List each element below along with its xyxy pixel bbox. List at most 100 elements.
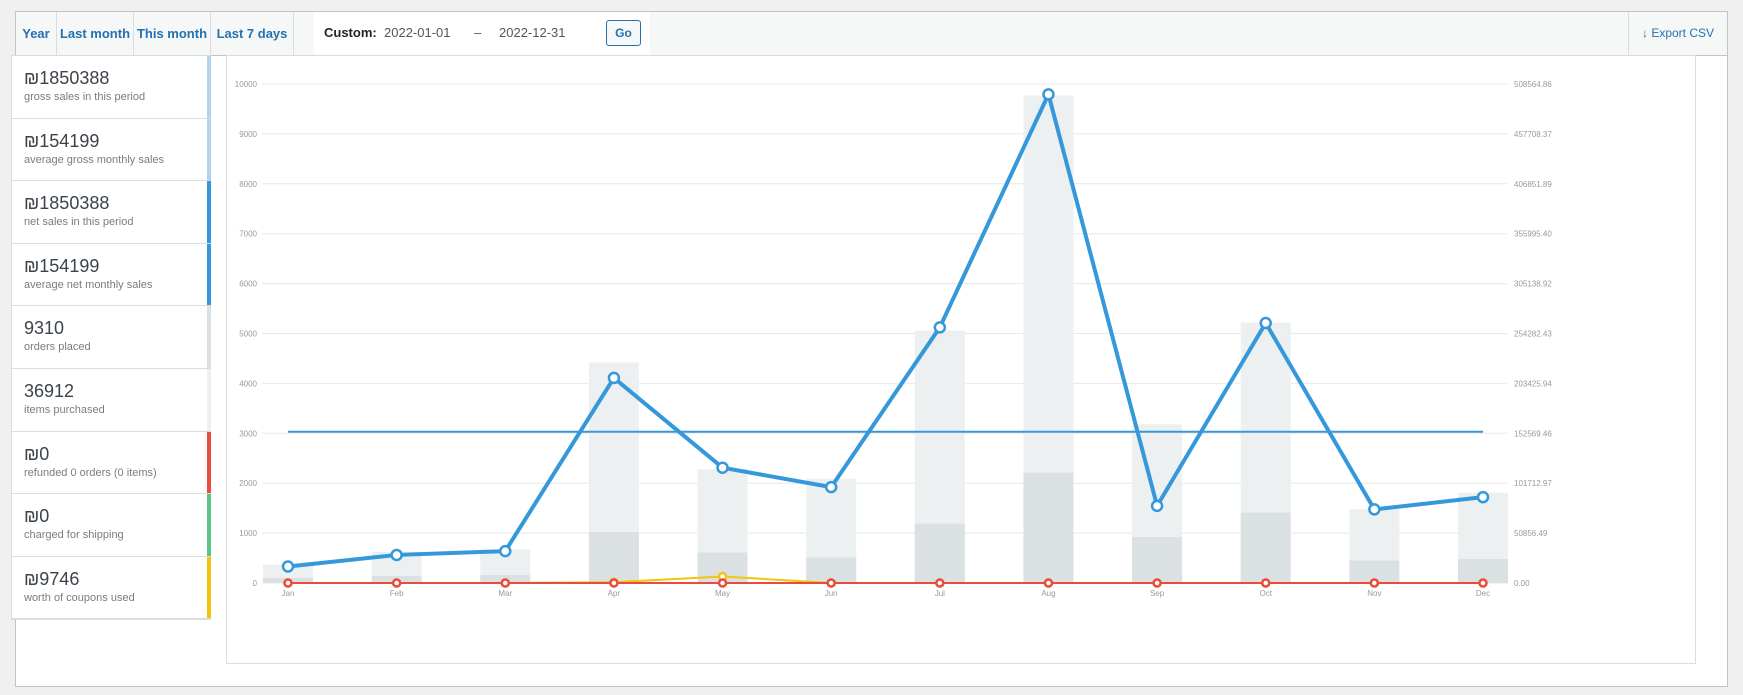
legend-value: ₪0 — [24, 506, 50, 527]
export-csv-button[interactable]: ↓ Export CSV — [1628, 12, 1727, 55]
y-right-tick-label: 355995.40 — [1514, 230, 1552, 239]
legend-color-bar — [207, 181, 211, 243]
legend-color-bar — [207, 494, 211, 556]
y-left-tick-label: 9000 — [239, 130, 257, 139]
x-tick-label: Jun — [825, 589, 838, 598]
data-point — [609, 578, 619, 588]
start-date-input[interactable]: 2022-01-01 — [384, 25, 451, 40]
data-point — [826, 578, 836, 588]
legend-text: net sales in this period — [24, 216, 134, 229]
y-left-tick-label: 8000 — [239, 180, 257, 189]
legend-text: items purchased — [24, 403, 105, 416]
y-right-tick-label: 203425.94 — [1514, 379, 1552, 388]
y-right-tick-label: 406851.89 — [1514, 180, 1552, 189]
export-csv-label: Export CSV — [1651, 26, 1715, 40]
legend-item-coupons[interactable]: ₪9746 worth of coupons used — [12, 556, 211, 620]
data-point — [607, 371, 621, 385]
x-tick-label: Apr — [608, 589, 621, 598]
go-button[interactable]: Go — [606, 20, 641, 46]
legend-item-shipping[interactable]: ₪0 charged for shipping — [12, 494, 211, 557]
y-left-tick-label: 1000 — [239, 529, 257, 538]
y-right-tick-label: 0.00 — [1514, 579, 1530, 588]
data-point — [283, 578, 293, 588]
y-right-tick-label: 508564.86 — [1514, 80, 1552, 89]
legend-text: charged for shipping — [24, 529, 124, 542]
data-point — [824, 480, 838, 494]
legend-value: 9310 — [24, 318, 65, 339]
bar — [914, 523, 965, 583]
tab-last-month[interactable]: Last month — [57, 12, 134, 55]
date-separator: – — [474, 25, 482, 40]
legend-color-bar — [207, 118, 211, 181]
legend-item-orders[interactable]: 9310 orders placed — [12, 306, 211, 369]
legend-item-average-net[interactable]: ₪154199 average net monthly sales — [12, 243, 211, 307]
y-left-tick-label: 2000 — [239, 479, 257, 488]
data-point — [717, 578, 728, 588]
legend-color-bar — [207, 431, 211, 494]
x-tick-label: Nov — [1367, 589, 1381, 598]
y-right-tick-label: 101712.97 — [1514, 479, 1552, 488]
chart-legend: ₪1850388 gross sales in this period ₪1541… — [11, 55, 211, 621]
x-tick-label: Jan — [282, 589, 295, 598]
data-point — [1150, 499, 1164, 513]
bar — [588, 532, 639, 583]
y-right-tick-label: 457708.37 — [1514, 130, 1552, 139]
x-tick-label: Jul — [935, 589, 945, 598]
data-point — [1043, 578, 1054, 588]
y-right-tick-label: 254282.43 — [1514, 330, 1552, 339]
y-left-tick-label: 4000 — [239, 379, 257, 388]
data-point — [499, 544, 512, 558]
data-point — [1152, 578, 1162, 588]
legend-text: worth of coupons used — [24, 591, 135, 604]
legend-item-refunded[interactable]: ₪0 refunded 0 orders (0 items) — [12, 431, 211, 495]
tab-this-month[interactable]: This month — [134, 12, 211, 55]
legend-color-bar — [207, 556, 211, 619]
tab-last-7-days[interactable]: Last 7 days — [211, 12, 294, 55]
data-point — [1369, 578, 1380, 588]
legend-value: 36912 — [24, 380, 75, 401]
x-tick-label: May — [715, 589, 730, 598]
x-tick-label: Aug — [1041, 589, 1055, 598]
bar — [1023, 472, 1074, 583]
legend-text: orders placed — [24, 341, 91, 354]
y-left-tick-label: 5000 — [239, 330, 257, 339]
legend-color-bar — [207, 243, 211, 306]
x-tick-label: Sep — [1150, 589, 1165, 598]
legend-value: ₪0 — [24, 443, 50, 464]
data-point — [1259, 316, 1272, 330]
end-date-input[interactable]: 2022-12-31 — [499, 25, 566, 40]
range-tabs: Year Last month This month Last 7 days C… — [16, 12, 1727, 56]
legend-value: ₪1850388 — [24, 193, 110, 214]
data-point — [1260, 578, 1271, 588]
y-left-tick-label: 6000 — [239, 280, 257, 289]
data-point — [933, 321, 947, 334]
legend-item-gross-sales[interactable]: ₪1850388 gross sales in this period — [12, 56, 211, 119]
tab-year[interactable]: Year — [16, 12, 57, 55]
legend-value: ₪9746 — [24, 568, 80, 589]
legend-text: average net monthly sales — [24, 278, 153, 291]
y-right-tick-label: 305138.92 — [1514, 280, 1552, 289]
sales-chart: 0 0.00 1000 50856.49 2000 101712.97 3000 152569… — [235, 80, 1553, 598]
legend-color-bar — [207, 56, 211, 118]
data-point — [500, 578, 511, 588]
x-tick-label: Oct — [1260, 589, 1273, 598]
legend-item-average-gross[interactable]: ₪154199 average gross monthly sales — [12, 118, 211, 182]
data-point — [391, 578, 402, 588]
y-left-tick-label: 7000 — [239, 230, 257, 239]
bar — [1240, 512, 1291, 583]
data-point — [390, 548, 403, 562]
chart-area: 0 0.00 1000 50856.49 2000 101712.97 3000 152569… — [226, 55, 1696, 664]
legend-color-bar — [207, 306, 211, 368]
download-arrow-icon: ↓ — [1641, 26, 1648, 40]
data-point — [1476, 490, 1490, 504]
legend-item-net-sales[interactable]: ₪1850388 net sales in this period — [12, 181, 211, 244]
legend-item-items[interactable]: 36912 items purchased — [12, 368, 211, 432]
legend-text: refunded 0 orders (0 items) — [24, 466, 157, 479]
data-point — [1042, 88, 1055, 101]
data-point — [281, 560, 295, 573]
data-point — [1368, 503, 1381, 516]
custom-range: Custom: 2022-01-01 – 2022-12-31 Go — [314, 12, 650, 56]
legend-value: ₪154199 — [24, 255, 100, 276]
legend-color-bar — [207, 368, 211, 431]
y-right-tick-label: 152569.46 — [1514, 429, 1552, 438]
